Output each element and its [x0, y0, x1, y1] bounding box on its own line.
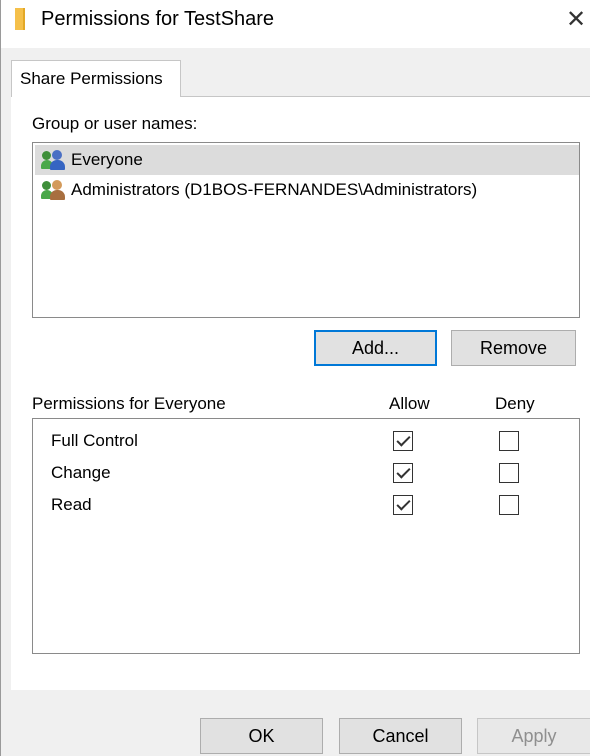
dialog-footer: OK Cancel Apply	[1, 690, 590, 756]
list-item[interactable]: Everyone	[35, 145, 579, 175]
user-name: Administrators (D1BOS-FERNANDES\Administ…	[71, 180, 478, 199]
window-title: Permissions for TestShare	[41, 8, 275, 30]
deny-column-header: Deny	[495, 394, 535, 413]
ok-button[interactable]: OK	[200, 718, 323, 754]
permission-row: Change	[33, 459, 579, 489]
allow-column-header: Allow	[389, 394, 430, 413]
deny-checkbox[interactable]	[499, 495, 519, 515]
user-list[interactable]: Everyone Administrators (D1BOS-FERNANDES…	[32, 142, 580, 318]
allow-checkbox[interactable]	[393, 463, 413, 483]
title-bar: Permissions for TestShare ✕	[1, 0, 590, 48]
list-item[interactable]: Administrators (D1BOS-FERNANDES\Administ…	[35, 175, 579, 205]
add-button[interactable]: Add...	[314, 330, 437, 366]
permission-name: Change	[51, 463, 111, 482]
users-icon	[41, 149, 67, 171]
close-icon[interactable]: ✕	[561, 0, 590, 42]
allow-checkbox[interactable]	[393, 495, 413, 515]
deny-checkbox[interactable]	[499, 431, 519, 451]
apply-button[interactable]: Apply	[477, 718, 590, 754]
deny-checkbox[interactable]	[499, 463, 519, 483]
permissions-label: Permissions for Everyone	[32, 394, 226, 413]
permission-name: Read	[51, 495, 92, 514]
folder-icon	[15, 8, 25, 30]
cancel-button[interactable]: Cancel	[339, 718, 462, 754]
user-name: Everyone	[71, 150, 143, 169]
permission-row: Full Control	[33, 427, 579, 457]
permissions-dialog: Permissions for TestShare ✕ Share Permis…	[0, 0, 590, 756]
group-or-user-names-label: Group or user names:	[32, 114, 198, 133]
remove-button[interactable]: Remove	[451, 330, 576, 366]
permission-row: Read	[33, 491, 579, 521]
tab-share-permissions[interactable]: Share Permissions	[11, 60, 181, 97]
allow-checkbox[interactable]	[393, 431, 413, 451]
users-icon	[41, 179, 67, 201]
permission-name: Full Control	[51, 431, 138, 450]
permissions-list: Full Control Change Read	[32, 418, 580, 654]
